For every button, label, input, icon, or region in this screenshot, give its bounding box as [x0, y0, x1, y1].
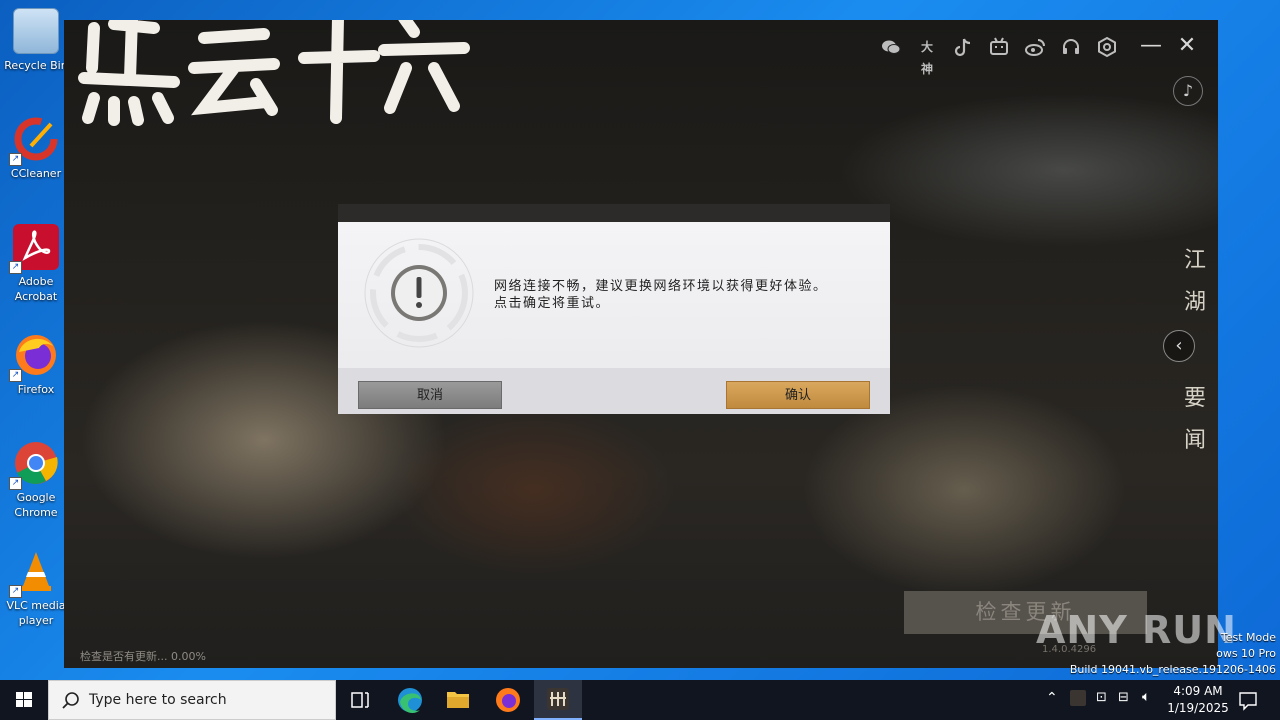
bilibili-icon[interactable]: [988, 36, 1010, 58]
vlc-icon: ↗: [9, 548, 59, 598]
minimize-button[interactable]: —: [1140, 34, 1162, 58]
dialog-footer: 取消 确认: [338, 368, 890, 414]
chrome-icon: ↗: [9, 440, 59, 490]
dialog-message-line: 网络连接不畅，建议更换网络环境以获得更好体验。: [494, 279, 828, 294]
dialog-message: 网络连接不畅，建议更换网络环境以获得更好体验。 点击确定将重试。: [494, 278, 874, 312]
shortcut-arrow-icon: ↗: [9, 261, 22, 274]
notification-center-button[interactable]: [1236, 680, 1260, 720]
desktop-icon-label: Recycle Bin: [4, 59, 68, 72]
start-button[interactable]: [0, 680, 48, 720]
device-icon[interactable]: ⊡: [1096, 690, 1107, 705]
shortcut-arrow-icon: ↗: [9, 153, 22, 166]
taskbar-clock[interactable]: 4:09 AM 1/19/2025: [1162, 683, 1234, 717]
desktop-icon-vlc[interactable]: ↗ VLC media player: [4, 548, 68, 628]
desktop-icon-label: CCleaner: [10, 167, 62, 180]
desktop-icon-label: Adobe Acrobat: [14, 275, 58, 303]
clock-date: 1/19/2025: [1167, 701, 1229, 715]
cancel-button[interactable]: 取消: [358, 381, 502, 409]
headset-icon[interactable]: [1060, 36, 1082, 58]
desktop-icon-label: Google Chrome: [14, 491, 58, 519]
shortcut-arrow-icon: ↗: [9, 369, 22, 382]
edge-icon: [398, 688, 422, 714]
news-panel-char: 闻: [1184, 428, 1207, 453]
game-launcher-icon: [547, 688, 569, 710]
volume-icon[interactable]: 🔈︎: [1142, 689, 1150, 705]
search-placeholder: Type here to search: [89, 692, 227, 708]
update-status-text: 检查是否有更新... 0.00%: [80, 650, 206, 663]
desktop-icon-label: Firefox: [17, 383, 55, 396]
news-panel-char: 湖: [1184, 290, 1207, 315]
firefox-icon: ↗: [9, 332, 59, 382]
test-mode-line: Build 19041.vb_release.191206-1406: [1069, 663, 1276, 676]
desktop-icon-firefox[interactable]: ↗ Firefox: [4, 332, 68, 397]
taskbar-firefox[interactable]: [484, 680, 532, 720]
test-mode-line: Test Mode: [1220, 631, 1276, 644]
firefox-icon: [496, 688, 520, 712]
search-icon: [62, 692, 79, 709]
game-tray-icon[interactable]: [1070, 690, 1086, 706]
recycle-bin-icon: [13, 8, 59, 54]
taskbar-file-explorer[interactable]: [434, 680, 482, 720]
wechat-icon[interactable]: [880, 36, 902, 58]
taskbar-edge[interactable]: [386, 680, 434, 720]
close-button[interactable]: ✕: [1176, 34, 1198, 58]
taskbar: Type here to search ⌃ ⊡ ⊟ 🔈︎ 4:09 AM 1/1…: [0, 680, 1280, 720]
network-icon[interactable]: ⊟: [1118, 690, 1129, 705]
clock-time: 4:09 AM: [1173, 684, 1223, 698]
network-error-dialog: 网络连接不畅，建议更换网络环境以获得更好体验。 点击确定将重试。 取消 确认: [338, 204, 890, 414]
notification-icon: [1239, 692, 1257, 711]
settings-icon[interactable]: [1096, 36, 1118, 58]
dialog-message-line: 点击确定将重试。: [494, 296, 611, 311]
task-view-button[interactable]: [336, 680, 384, 720]
desktop-icon-label: VLC media player: [6, 599, 66, 627]
show-hidden-icons-chevron-icon[interactable]: ⌃: [1046, 690, 1058, 706]
windows-logo-icon: [16, 692, 32, 707]
weibo-icon[interactable]: [1024, 36, 1046, 58]
test-mode-text: Test Mode ows 10 Pro Build 19041.vb_rele…: [1070, 630, 1276, 678]
task-view-icon: [351, 692, 369, 708]
music-toggle-button[interactable]: ♪: [1173, 76, 1203, 106]
taskbar-game-launcher[interactable]: [534, 680, 582, 720]
test-mode-line: ows 10 Pro: [1216, 647, 1276, 660]
desktop-icon-google-chrome[interactable]: ↗ Google Chrome: [4, 440, 68, 520]
tiktok-icon[interactable]: [952, 36, 974, 58]
shortcut-arrow-icon: ↗: [9, 585, 22, 598]
chevron-left-icon[interactable]: ‹: [1163, 330, 1195, 362]
news-panel-char: 江: [1184, 248, 1207, 273]
folder-icon: [447, 692, 469, 708]
game-logo-calligraphy: [78, 20, 470, 126]
desktop: Recycle Bin ↗ CCleaner ↗ Adobe Acrobat ↗…: [0, 0, 1280, 680]
shortcut-arrow-icon: ↗: [9, 477, 22, 490]
taskbar-search-box[interactable]: Type here to search: [48, 680, 336, 720]
warning-emblem-icon: [364, 238, 474, 348]
dialog-body: 网络连接不畅，建议更换网络环境以获得更好体验。 点击确定将重试。 取消 确认: [338, 222, 890, 414]
dashen-icon[interactable]: 大神: [916, 36, 938, 76]
news-panel-char: 要: [1184, 386, 1207, 411]
desktop-icon-recycle-bin[interactable]: Recycle Bin: [4, 8, 68, 73]
ccleaner-icon: ↗: [9, 116, 59, 166]
desktop-icon-adobe-acrobat[interactable]: ↗ Adobe Acrobat: [4, 224, 68, 304]
desktop-icon-ccleaner[interactable]: ↗ CCleaner: [4, 116, 68, 181]
launcher-social-icons: 大神: [880, 36, 1118, 76]
adobe-acrobat-icon: ↗: [9, 224, 59, 274]
confirm-button[interactable]: 确认: [726, 381, 870, 409]
